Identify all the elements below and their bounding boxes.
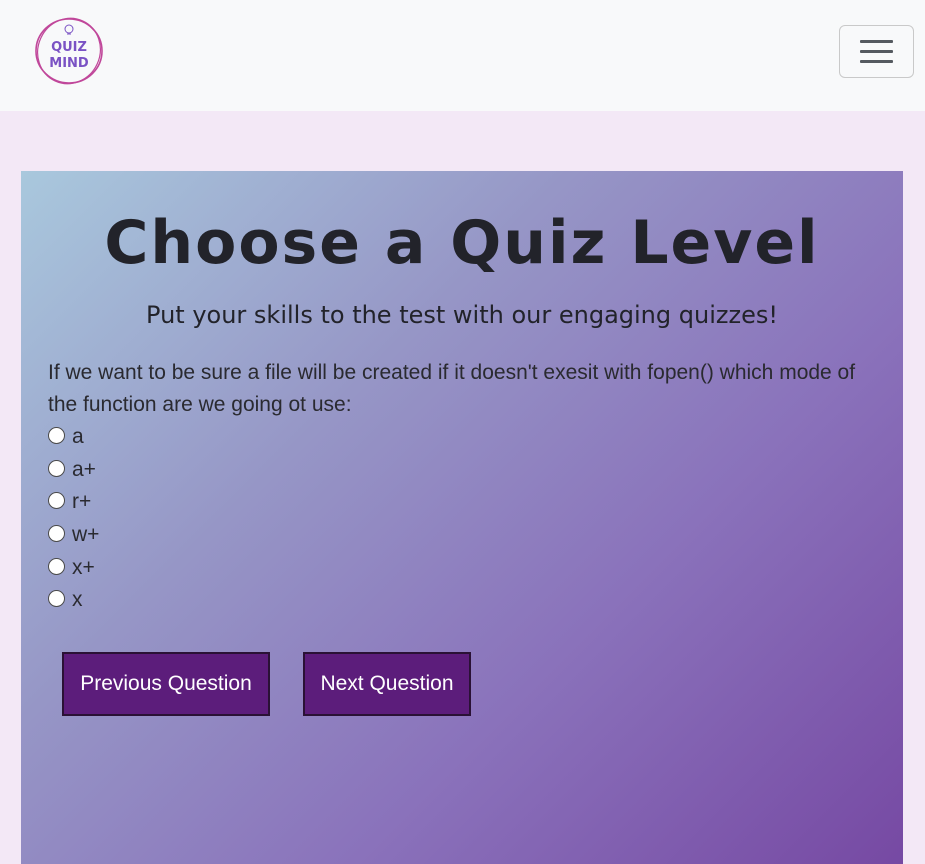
previous-question-button[interactable]: Previous Question [62, 652, 270, 716]
option-label: a+ [72, 457, 96, 481]
page-title: Choose a Quiz Level [104, 208, 820, 278]
logo-text: QUIZ MIND [33, 40, 105, 72]
page-subtitle: Put your skills to the test with our eng… [146, 301, 778, 329]
hamburger-menu-icon [860, 60, 893, 63]
hamburger-menu-icon [860, 40, 893, 43]
navbar-toggle-button[interactable] [839, 25, 914, 78]
option-x-plus[interactable]: x+ [48, 551, 99, 584]
option-label: x [72, 588, 83, 612]
quiz-mind-logo[interactable]: QUIZ MIND [33, 16, 105, 86]
option-x[interactable]: x [48, 584, 99, 617]
option-a[interactable]: a [48, 421, 99, 454]
radio-button[interactable] [48, 492, 65, 510]
hamburger-menu-icon [860, 50, 893, 53]
question-text: If we want to be sure a file will be cre… [48, 361, 856, 416]
option-a-plus[interactable]: a+ [48, 454, 99, 487]
quiz-card: Choose a Quiz Level Put your skills to t… [21, 171, 903, 864]
next-question-button[interactable]: Next Question [303, 652, 471, 716]
logo-line-2: MIND [49, 56, 89, 71]
radio-button[interactable] [48, 525, 65, 543]
navbar: QUIZ MIND [0, 0, 925, 111]
option-label: r+ [72, 490, 92, 514]
logo-line-1: QUIZ [51, 40, 87, 55]
radio-button[interactable] [48, 557, 65, 575]
option-label: x+ [72, 555, 95, 579]
option-label: w+ [72, 523, 100, 547]
radio-button[interactable] [48, 427, 65, 445]
radio-button[interactable] [48, 590, 65, 608]
option-r-plus[interactable]: r+ [48, 486, 99, 519]
radio-button[interactable] [48, 459, 65, 477]
answer-options: a a+ r+ w+ x+ x [48, 421, 99, 617]
option-label: a [72, 425, 84, 449]
option-w-plus[interactable]: w+ [48, 519, 99, 552]
